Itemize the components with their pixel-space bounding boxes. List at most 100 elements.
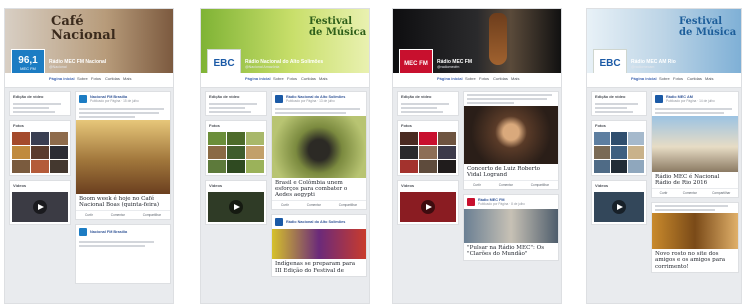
photo-thumb[interactable]: [594, 146, 610, 159]
post-image[interactable]: [652, 213, 738, 250]
tab-photos[interactable]: Fotos: [91, 76, 101, 81]
share-button[interactable]: Compartilhar: [143, 213, 161, 217]
photo-thumb[interactable]: [628, 132, 644, 145]
post-link-title[interactable]: Indígenas se preparam para III Edição do…: [272, 259, 366, 275]
photo-thumb[interactable]: [208, 132, 226, 145]
share-button[interactable]: Compartilhar: [712, 191, 730, 195]
photo-thumb[interactable]: [594, 132, 610, 145]
tab-likes[interactable]: Curtidas: [301, 76, 316, 81]
tab-more[interactable]: Mais: [123, 76, 131, 81]
avatar[interactable]: [467, 198, 475, 207]
photo-thumb[interactable]: [419, 146, 437, 159]
post-link-title[interactable]: "Pulsar na Rádio MEC": Os "Clarões do Mu…: [464, 243, 558, 259]
post-image[interactable]: [272, 229, 366, 260]
post-author[interactable]: Nacional FM Brasília: [90, 230, 127, 234]
photo-thumb[interactable]: [628, 146, 644, 159]
photo-thumb[interactable]: [611, 146, 627, 159]
avatar[interactable]: [79, 95, 87, 103]
share-button[interactable]: Compartilhar: [339, 203, 357, 207]
post-link-title[interactable]: Brasil e Colômbia unem esforços para com…: [272, 178, 366, 200]
photo-thumb[interactable]: [438, 160, 456, 173]
photo-thumb[interactable]: [246, 160, 264, 173]
tab-home[interactable]: Página inicial: [631, 76, 657, 81]
page-nav-tabs: Página inicial Sobre Fotos Curtidas Mais: [587, 73, 741, 88]
photo-thumb[interactable]: [611, 160, 627, 173]
photo-thumb[interactable]: [246, 132, 264, 145]
photo-thumb[interactable]: [438, 146, 456, 159]
like-button[interactable]: Curtir: [473, 183, 481, 187]
photo-thumb[interactable]: [611, 132, 627, 145]
tab-more[interactable]: Mais: [705, 76, 713, 81]
post-author[interactable]: Rádio Nacional do Alto Solimões: [286, 220, 345, 224]
post-link-title[interactable]: Novo rosto no site dos amigos e os amigo…: [652, 249, 738, 271]
photo-thumb[interactable]: [31, 132, 49, 145]
tab-home[interactable]: Página inicial: [49, 76, 75, 81]
avatar[interactable]: [655, 95, 663, 103]
tab-photos[interactable]: Fotos: [287, 76, 297, 81]
play-icon[interactable]: [33, 200, 47, 214]
comment-button[interactable]: Comentar: [307, 203, 321, 207]
avatar[interactable]: [275, 218, 283, 227]
post-image[interactable]: [76, 120, 170, 194]
photo-thumb[interactable]: [208, 160, 226, 173]
tab-home[interactable]: Página inicial: [245, 76, 271, 81]
play-icon[interactable]: [229, 200, 243, 214]
avatar[interactable]: [275, 95, 283, 103]
play-icon[interactable]: [421, 200, 435, 214]
post-image[interactable]: [464, 209, 558, 244]
photo-thumb[interactable]: [12, 132, 30, 145]
photo-thumb[interactable]: [227, 160, 245, 173]
photo-thumb[interactable]: [419, 160, 437, 173]
tab-home[interactable]: Página inicial: [437, 76, 463, 81]
tab-likes[interactable]: Curtidas: [687, 76, 702, 81]
tab-photos[interactable]: Fotos: [673, 76, 683, 81]
tab-photos[interactable]: Fotos: [479, 76, 489, 81]
video-thumbnail[interactable]: [12, 192, 68, 222]
tab-about[interactable]: Sobre: [273, 76, 284, 81]
photo-thumb[interactable]: [31, 146, 49, 159]
photo-thumb[interactable]: [227, 146, 245, 159]
photo-thumb[interactable]: [400, 146, 418, 159]
post-image[interactable]: [464, 106, 558, 164]
photo-thumb[interactable]: [12, 146, 30, 159]
share-button[interactable]: Compartilhar: [531, 183, 549, 187]
photo-thumb[interactable]: [12, 160, 30, 173]
play-icon[interactable]: [612, 200, 626, 214]
tab-more[interactable]: Mais: [319, 76, 327, 81]
tab-about[interactable]: Sobre: [465, 76, 476, 81]
comment-button[interactable]: Comentar: [499, 183, 513, 187]
photo-thumb[interactable]: [227, 132, 245, 145]
avatar[interactable]: [79, 228, 87, 237]
photo-thumb[interactable]: [438, 132, 456, 145]
photo-thumb[interactable]: [50, 160, 68, 173]
tab-likes[interactable]: Curtidas: [105, 76, 120, 81]
photo-thumb[interactable]: [419, 132, 437, 145]
photo-thumb[interactable]: [400, 160, 418, 173]
video-thumbnail[interactable]: [594, 192, 644, 222]
video-thumbnail[interactable]: [208, 192, 264, 222]
tab-likes[interactable]: Curtidas: [493, 76, 508, 81]
photo-thumb[interactable]: [50, 146, 68, 159]
post-link-title[interactable]: Concerto de Luiz Roberto Vidal Logrand: [464, 164, 558, 180]
comment-button[interactable]: Comentar: [683, 191, 697, 195]
tab-about[interactable]: Sobre: [77, 76, 88, 81]
like-button[interactable]: Curtir: [660, 191, 668, 195]
post-image[interactable]: [272, 116, 366, 178]
photo-thumb[interactable]: [50, 132, 68, 145]
photo-thumb[interactable]: [628, 160, 644, 173]
post-link-title[interactable]: Boom week é hoje no Café Nacional Boas (…: [76, 194, 170, 210]
photo-thumb[interactable]: [594, 160, 610, 173]
post-actions: Curtir Comentar Compartilhar: [652, 188, 738, 197]
photo-thumb[interactable]: [246, 146, 264, 159]
like-button[interactable]: Curtir: [281, 203, 289, 207]
tab-more[interactable]: Mais: [511, 76, 519, 81]
photo-thumb[interactable]: [400, 132, 418, 145]
photo-thumb[interactable]: [31, 160, 49, 173]
post-image[interactable]: [652, 116, 738, 172]
like-button[interactable]: Curtir: [85, 213, 93, 217]
photo-thumb[interactable]: [208, 146, 226, 159]
comment-button[interactable]: Comentar: [111, 213, 125, 217]
post-link-title[interactable]: Rádio MEC é Nacional Rádio de Rio 2016: [652, 172, 738, 188]
video-thumbnail[interactable]: [400, 192, 456, 222]
tab-about[interactable]: Sobre: [659, 76, 670, 81]
